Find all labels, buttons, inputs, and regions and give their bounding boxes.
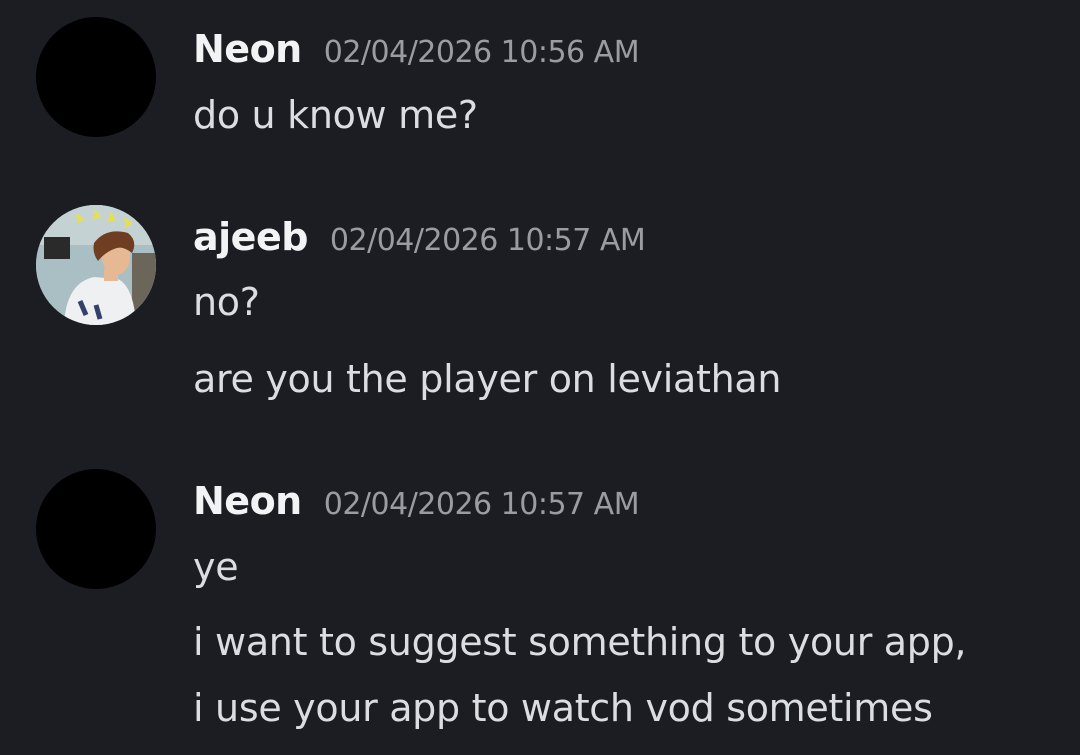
message-header: Neon 02/04/2026 10:56 AM <box>193 27 640 71</box>
timestamp: 02/04/2026 10:57 AM <box>323 487 640 522</box>
message-text: do u know me? <box>193 93 478 137</box>
comic-character-avatar-icon <box>36 205 156 325</box>
username[interactable]: Neon <box>193 27 302 71</box>
avatar[interactable] <box>36 205 156 325</box>
avatar[interactable] <box>36 17 156 137</box>
message-text: are you the player on leviathan <box>193 357 782 401</box>
message-text: ye <box>193 545 239 589</box>
avatar[interactable] <box>36 469 156 589</box>
timestamp: 02/04/2026 10:56 AM <box>323 35 640 70</box>
username[interactable]: Neon <box>193 479 302 523</box>
message-text: no? <box>193 280 260 324</box>
message-header: ajeeb 02/04/2026 10:57 AM <box>193 215 646 259</box>
message-text: i use your app to watch vod sometimes <box>193 686 933 730</box>
username[interactable]: ajeeb <box>193 215 308 259</box>
message-header: Neon 02/04/2026 10:57 AM <box>193 479 640 523</box>
timestamp: 02/04/2026 10:57 AM <box>329 223 646 258</box>
message-text: i want to suggest something to your app, <box>193 620 967 664</box>
